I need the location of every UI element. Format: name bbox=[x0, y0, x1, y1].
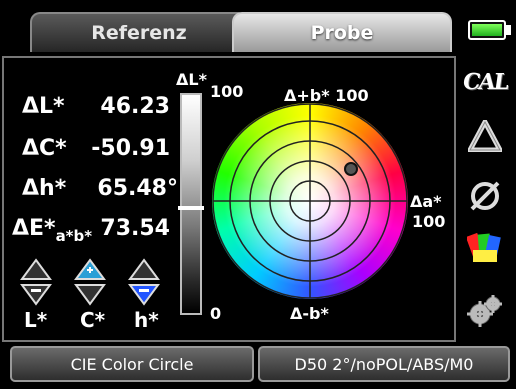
delta-h-value: 65.48° bbox=[97, 176, 178, 201]
delta-e-value: 73.54 bbox=[100, 216, 170, 241]
tab-bar: Referenz Probe bbox=[0, 0, 516, 56]
no-polarization-icon[interactable] bbox=[462, 176, 508, 216]
lightness-bar bbox=[180, 93, 202, 315]
delta-l-value: 46.23 bbox=[100, 94, 170, 119]
c-down-arrow-icon[interactable] bbox=[74, 281, 106, 307]
circle-right-label: Δa* bbox=[410, 192, 442, 211]
c-selector-label: C* bbox=[80, 308, 106, 332]
delta-e-subscript: a*b* bbox=[55, 227, 93, 245]
lbar-title: ΔL* bbox=[176, 70, 207, 89]
l-up-arrow-icon[interactable] bbox=[20, 257, 52, 283]
measurement-conditions-button[interactable]: D50 2°/noPOL/ABS/M0 bbox=[258, 346, 510, 382]
h-up-arrow-icon[interactable] bbox=[128, 257, 160, 283]
lbar-max: 100 bbox=[210, 82, 244, 101]
circle-bottom-label: Δ-b* bbox=[290, 304, 329, 323]
battery-level bbox=[472, 24, 502, 36]
l-down-arrow-icon[interactable] bbox=[20, 281, 52, 307]
color-samples-icon[interactable] bbox=[462, 228, 508, 268]
delta-c-label: ΔC* bbox=[22, 136, 67, 161]
lbar-min: 0 bbox=[210, 304, 222, 323]
battery-nub bbox=[506, 25, 511, 35]
lightness-marker bbox=[178, 206, 204, 211]
screen: Referenz Probe ΔL* 46.23 ΔC* -50.91 Δh* … bbox=[0, 0, 516, 389]
battery-icon bbox=[468, 20, 506, 40]
circle-right-value: 100 bbox=[412, 212, 446, 231]
delta-l-label: ΔL* bbox=[22, 94, 65, 119]
circle-grid bbox=[212, 103, 408, 299]
l-selector-label: L* bbox=[24, 308, 48, 332]
tab-referenz[interactable]: Referenz bbox=[30, 12, 248, 52]
tab-probe[interactable]: Probe bbox=[232, 12, 452, 52]
cal-icon[interactable]: CAL bbox=[461, 62, 509, 102]
sample-point bbox=[344, 162, 358, 176]
delta-e-symbol: ΔE* bbox=[12, 216, 56, 241]
delta-icon[interactable] bbox=[462, 116, 508, 156]
settings-gear-icon[interactable] bbox=[462, 292, 508, 332]
h-selector-label: h* bbox=[134, 308, 159, 332]
delta-e-label: ΔE*a*b* bbox=[12, 216, 92, 245]
view-mode-button[interactable]: CIE Color Circle bbox=[10, 346, 254, 382]
delta-h-label: Δh* bbox=[22, 176, 67, 201]
cal-text: CAL bbox=[461, 69, 509, 95]
delta-c-value: -50.91 bbox=[91, 136, 170, 161]
h-down-arrow-icon[interactable] bbox=[128, 281, 160, 307]
c-up-arrow-icon[interactable] bbox=[74, 257, 106, 283]
